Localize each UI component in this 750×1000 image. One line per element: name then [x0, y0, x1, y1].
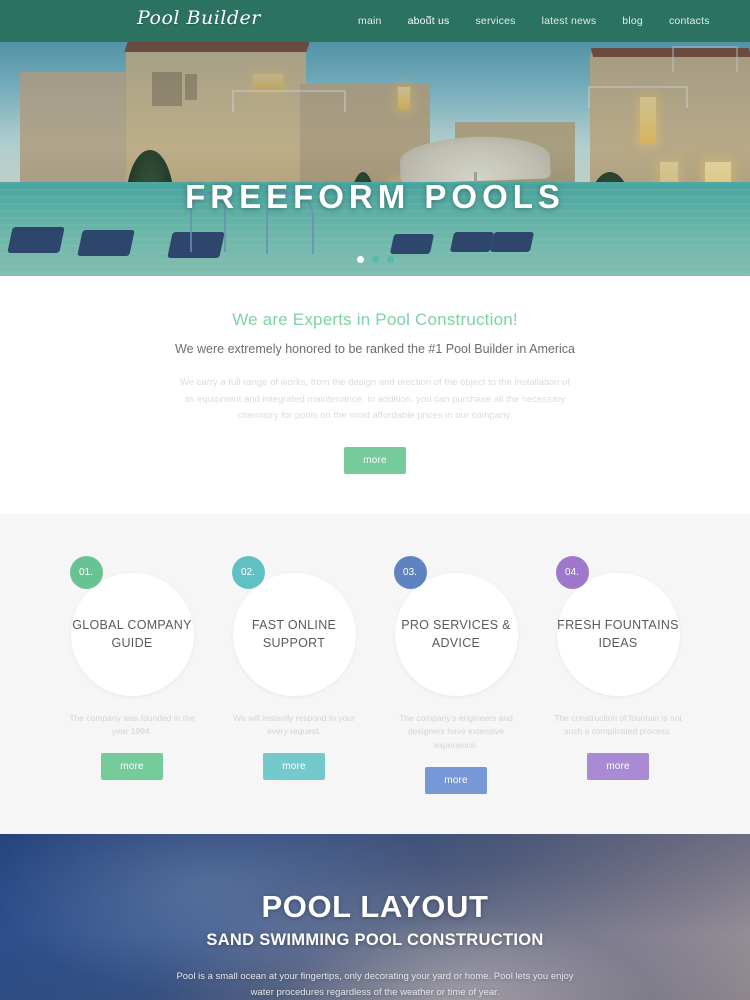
- slider-dot-2[interactable]: [371, 256, 379, 263]
- feature-card-3: 03. PRO SERVICES & ADVICE The company's …: [386, 555, 527, 794]
- layout-title: POOL LAYOUT: [261, 888, 489, 924]
- slider-dot-1[interactable]: [356, 256, 364, 263]
- hero-title: FREEFORM POOLS: [185, 178, 565, 215]
- layout-content: POOL LAYOUT SAND SWIMMING POOL CONSTRUCT…: [0, 834, 750, 1000]
- slider-dot-3[interactable]: [386, 256, 394, 263]
- feature-number-badge-4: 04.: [555, 555, 589, 589]
- intro-heading: We are Experts in Pool Construction!: [232, 310, 518, 329]
- page-root: Pool Builder main about us services late…: [0, 0, 750, 1000]
- nav-item-about-us[interactable]: about us: [395, 15, 463, 27]
- feature-more-button-1[interactable]: more: [101, 753, 163, 781]
- pool-layout-banner: POOL LAYOUT SAND SWIMMING POOL CONSTRUCT…: [0, 833, 750, 1000]
- feature-title-3: PRO SERVICES & ADVICE: [401, 618, 511, 651]
- feature-number-badge-3: 03.: [393, 555, 427, 589]
- nav-item-contacts[interactable]: contacts: [656, 15, 723, 27]
- feature-card-1: 01. GLOBAL COMPANY GUIDE The company was…: [62, 555, 203, 794]
- feature-title-2: FAST ONLINE SUPPORT: [251, 618, 337, 651]
- feature-number-badge-1: 01.: [69, 555, 103, 589]
- feature-card-4: 04. FRESH FOUNTAINS IDEAS The constructi…: [548, 555, 689, 794]
- feature-description-4: The construction of fountain is not such…: [554, 712, 682, 737]
- features-section: 01. GLOBAL COMPANY GUIDE The company was…: [0, 513, 750, 834]
- feature-title-1: GLOBAL COMPANY GUIDE: [72, 618, 192, 651]
- nav-item-blog[interactable]: blog: [609, 15, 656, 27]
- layout-subtitle: SAND SWIMMING POOL CONSTRUCTION: [206, 930, 544, 949]
- feature-number-badge-2: 02.: [231, 555, 265, 589]
- intro-subheading: We were extremely honored to be ranked t…: [175, 342, 575, 356]
- nav-item-main[interactable]: main: [345, 15, 395, 27]
- intro-body-text: We carry a full range of works, from the…: [179, 377, 571, 422]
- feature-circle-2[interactable]: FAST ONLINE SUPPORT: [232, 572, 356, 696]
- hero-slider[interactable]: FREEFORM POOLS: [0, 42, 750, 276]
- feature-more-button-4[interactable]: more: [587, 753, 649, 781]
- hero-overlay: [0, 42, 750, 276]
- layout-body-text: Pool is a small ocean at your fingertips…: [176, 970, 574, 998]
- features-row: 01. GLOBAL COMPANY GUIDE The company was…: [0, 555, 750, 794]
- slider-pagination: [0, 256, 750, 263]
- intro-more-button[interactable]: more: [344, 446, 406, 474]
- feature-card-2: 02. FAST ONLINE SUPPORT We will instantl…: [224, 555, 365, 794]
- feature-more-button-2[interactable]: more: [263, 753, 325, 781]
- site-logo[interactable]: Pool Builder: [137, 7, 261, 29]
- feature-circle-3[interactable]: PRO SERVICES & ADVICE: [394, 572, 518, 696]
- nav-item-services[interactable]: services: [462, 15, 528, 27]
- feature-title-4: FRESH FOUNTAINS IDEAS: [557, 618, 679, 651]
- site-header: Pool Builder main about us services late…: [0, 0, 750, 42]
- feature-description-3: The company's engineers and designers ha…: [399, 712, 513, 751]
- nav-item-latest-news[interactable]: latest news: [529, 15, 610, 27]
- feature-description-2: We will instantly respond to your every …: [233, 712, 355, 737]
- feature-more-button-3[interactable]: more: [425, 766, 487, 794]
- main-navigation: main about us services latest news blog …: [345, 0, 723, 42]
- feature-description-1: The company was founded in the year 1994…: [69, 712, 195, 737]
- intro-section: We are Experts in Pool Construction! We …: [0, 276, 750, 514]
- feature-circle-4[interactable]: FRESH FOUNTAINS IDEAS: [556, 572, 680, 696]
- feature-circle-1[interactable]: GLOBAL COMPANY GUIDE: [70, 572, 194, 696]
